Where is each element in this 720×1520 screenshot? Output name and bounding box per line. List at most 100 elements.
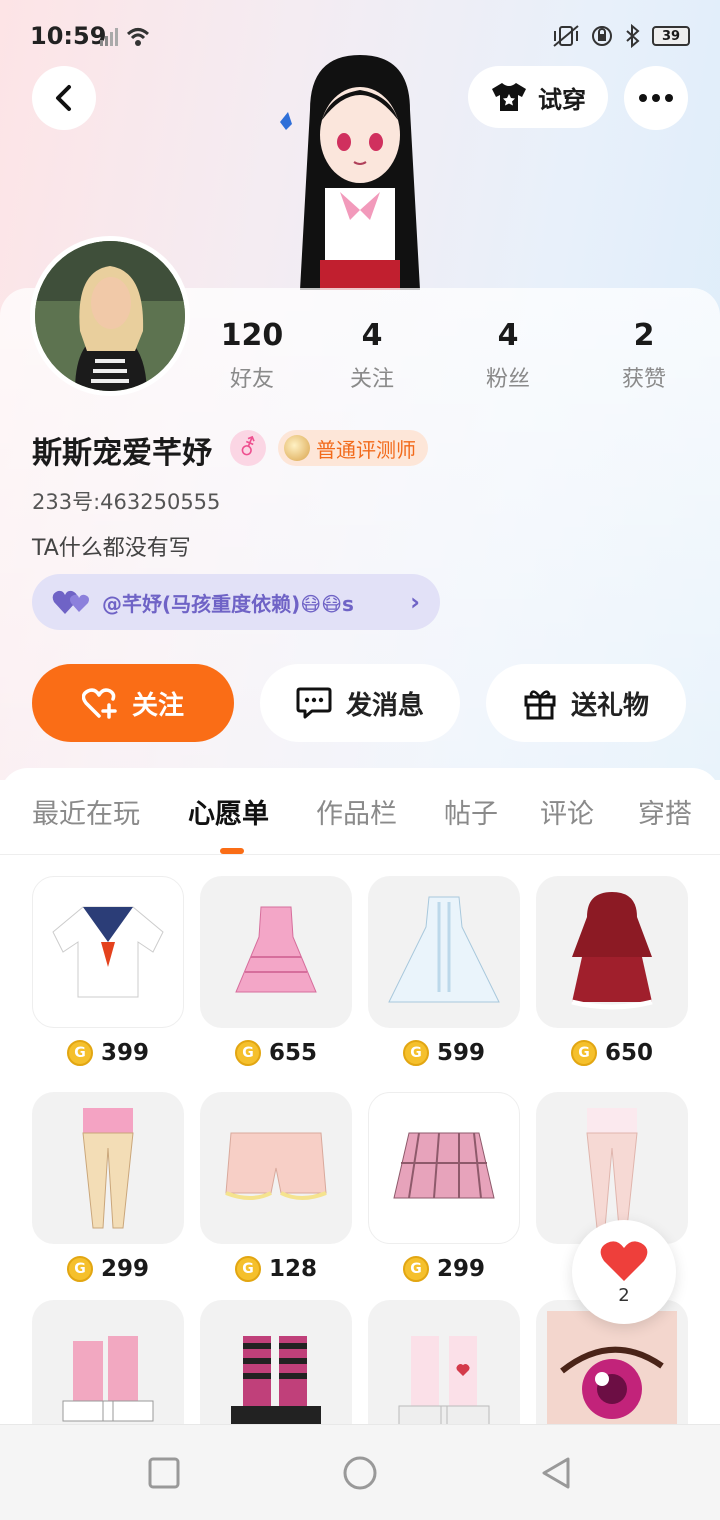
tab-comments[interactable]: 评论 xyxy=(540,792,594,831)
item-price: G 299 xyxy=(32,1256,184,1282)
item-price: G 299 xyxy=(368,1256,520,1282)
like-floating-button[interactable]: 2 xyxy=(572,1220,676,1324)
stat-label: 粉丝 xyxy=(485,367,530,392)
item-thumbnail xyxy=(200,1092,352,1244)
stat-value: 4 xyxy=(361,318,383,353)
stat-likes[interactable]: 2 获赞 xyxy=(584,318,704,393)
coin-icon: G xyxy=(66,1040,93,1066)
send-message-button[interactable]: 发消息 xyxy=(260,664,460,742)
item-thumbnail xyxy=(536,876,688,1028)
stat-label: 好友 xyxy=(229,367,274,392)
price-value: 299 xyxy=(436,1256,485,1282)
item-thumbnail xyxy=(368,1092,520,1244)
coin-icon: G xyxy=(402,1040,429,1066)
wishlist-item[interactable]: G 399 xyxy=(32,876,184,1066)
relationship-tag[interactable]: @芊妤(马孩重度依赖)😷😷s › xyxy=(32,574,440,630)
pink-dress-image xyxy=(235,906,317,993)
sailor-shirt-image xyxy=(52,906,164,998)
like-count: 2 xyxy=(618,1284,630,1306)
system-navigation-bar xyxy=(0,1424,720,1520)
price-value: 650 xyxy=(604,1040,653,1066)
title-badge[interactable]: 普通评测师 xyxy=(278,430,428,466)
wishlist-item[interactable]: G 128 xyxy=(200,1092,352,1282)
price-value: 299 xyxy=(100,1256,149,1282)
item-price: G 599 xyxy=(368,1040,520,1066)
stat-value: 2 xyxy=(633,318,655,353)
tab-posts[interactable]: 帖子 xyxy=(444,792,498,831)
follow-label: 关注 xyxy=(131,690,184,721)
item-thumbnail xyxy=(32,1092,184,1244)
coin-icon: G xyxy=(66,1256,93,1282)
item-thumbnail xyxy=(368,1300,520,1428)
item-thumbnail xyxy=(368,876,520,1028)
status-icons: 39 xyxy=(552,24,690,48)
coin-icon: G xyxy=(570,1040,597,1066)
tab-wishlist[interactable]: 心愿单 xyxy=(188,792,269,831)
double-heart-icon xyxy=(52,590,89,614)
coin-icon: G xyxy=(234,1040,261,1066)
pink-boots-image xyxy=(62,1336,154,1422)
price-value: 599 xyxy=(436,1040,485,1066)
chevron-left-icon xyxy=(56,85,71,111)
tab-outfits[interactable]: 穿搭 xyxy=(638,792,692,831)
tab-works[interactable]: 作品栏 xyxy=(316,792,397,831)
price-value: 128 xyxy=(268,1256,317,1282)
more-dots-icon xyxy=(639,94,673,102)
rotation-lock-icon xyxy=(592,26,612,46)
wishlist-item[interactable]: G 299 xyxy=(32,1092,184,1282)
back-icon[interactable] xyxy=(538,1455,574,1491)
tab-recently-played[interactable]: 最近在玩 xyxy=(32,792,140,831)
status-time: 10:59 xyxy=(30,22,107,50)
try-on-button[interactable]: 试穿 xyxy=(468,66,608,128)
wishlist-item[interactable] xyxy=(32,1300,184,1428)
wishlist-item[interactable]: G 655 xyxy=(200,876,352,1066)
tshirt-icon xyxy=(492,83,526,111)
plaid-skirt-image xyxy=(393,1132,495,1199)
stat-label: 关注 xyxy=(349,367,394,392)
user-id: 233号:463250555 xyxy=(32,490,221,514)
bloomers-image xyxy=(225,1132,327,1200)
wishlist-item[interactable]: G 599 xyxy=(368,876,520,1066)
wishlist-item[interactable] xyxy=(200,1300,352,1428)
follow-button[interactable]: 关注 xyxy=(32,664,234,742)
gender-icon: ⚦ xyxy=(230,430,266,466)
medal-icon xyxy=(284,435,310,461)
more-options-button[interactable] xyxy=(624,66,688,130)
avatar[interactable] xyxy=(30,236,190,396)
divider xyxy=(0,854,720,855)
wishlist-item[interactable] xyxy=(368,1300,520,1428)
stat-value: 4 xyxy=(497,318,519,353)
bluetooth-icon xyxy=(626,24,640,48)
recent-apps-icon[interactable] xyxy=(146,1455,182,1491)
item-thumbnail xyxy=(32,876,184,1028)
content-panel: 最近在玩 心愿单 作品栏 帖子 评论 穿搭 G 399 G 655 G 599 xyxy=(0,768,720,1428)
item-price: G 399 xyxy=(32,1040,184,1066)
item-price: G 128 xyxy=(200,1256,352,1282)
user-bio: TA什么都没有写 xyxy=(32,536,191,561)
stat-value: 120 xyxy=(220,318,284,353)
chat-bubble-icon xyxy=(296,687,332,719)
home-icon[interactable] xyxy=(342,1455,378,1491)
item-price: G 650 xyxy=(536,1040,688,1066)
avatar-character-illustration xyxy=(280,55,420,290)
pink-eye-image xyxy=(547,1311,677,1428)
price-value: 655 xyxy=(268,1040,317,1066)
relationship-text: @芊妤(马孩重度依赖)😷😷s xyxy=(102,591,354,616)
signal-icon xyxy=(100,28,150,46)
pink-tights-image xyxy=(82,1108,134,1229)
white-tights-image xyxy=(586,1108,638,1229)
wishlist-item[interactable]: G 650 xyxy=(536,876,688,1066)
title-badge-label: 普通评测师 xyxy=(316,437,416,462)
white-gown-image xyxy=(388,896,500,1003)
back-button[interactable] xyxy=(32,66,96,130)
profile-photo xyxy=(35,241,185,391)
stat-label: 获赞 xyxy=(621,367,666,392)
striped-boots-image xyxy=(231,1336,321,1426)
stat-following[interactable]: 4 关注 xyxy=(312,318,432,393)
stat-fans[interactable]: 4 粉丝 xyxy=(448,318,568,393)
send-message-label: 发消息 xyxy=(345,690,424,721)
send-gift-button[interactable]: 送礼物 xyxy=(486,664,686,742)
stat-friends[interactable]: 120 好友 xyxy=(192,318,312,393)
wishlist-item[interactable]: G 299 xyxy=(368,1092,520,1282)
item-price: G 655 xyxy=(200,1040,352,1066)
